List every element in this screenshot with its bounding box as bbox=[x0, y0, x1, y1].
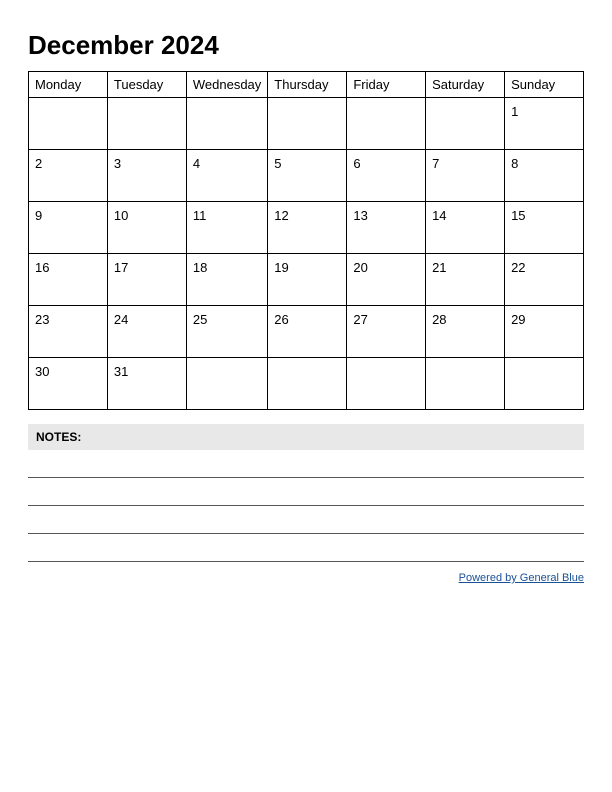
page-title: December 2024 bbox=[28, 30, 584, 61]
calendar-day-13: 13 bbox=[347, 202, 426, 254]
calendar-table: MondayTuesdayWednesdayThursdayFridaySatu… bbox=[28, 71, 584, 410]
calendar-day-3: 3 bbox=[107, 150, 186, 202]
calendar-week-6: 3031 bbox=[29, 358, 584, 410]
calendar-header-row: MondayTuesdayWednesdayThursdayFridaySatu… bbox=[29, 72, 584, 98]
calendar-day-16: 16 bbox=[29, 254, 108, 306]
calendar-week-1: 1 bbox=[29, 98, 584, 150]
calendar-day-empty-0-1 bbox=[107, 98, 186, 150]
calendar-day-20: 20 bbox=[347, 254, 426, 306]
notes-line-2 bbox=[28, 478, 584, 506]
calendar-day-empty-0-5 bbox=[426, 98, 505, 150]
calendar-day-8: 8 bbox=[505, 150, 584, 202]
calendar-day-31: 31 bbox=[107, 358, 186, 410]
calendar-day-1: 1 bbox=[505, 98, 584, 150]
calendar-day-28: 28 bbox=[426, 306, 505, 358]
calendar-day-empty-5-6 bbox=[505, 358, 584, 410]
calendar-header-monday: Monday bbox=[29, 72, 108, 98]
calendar-day-empty-0-3 bbox=[268, 98, 347, 150]
notes-label: NOTES: bbox=[28, 424, 584, 450]
calendar-week-3: 9101112131415 bbox=[29, 202, 584, 254]
calendar-day-empty-0-4 bbox=[347, 98, 426, 150]
calendar-header-wednesday: Wednesday bbox=[186, 72, 267, 98]
calendar-body: 1234567891011121314151617181920212223242… bbox=[29, 98, 584, 410]
calendar-header-saturday: Saturday bbox=[426, 72, 505, 98]
calendar-day-empty-0-0 bbox=[29, 98, 108, 150]
calendar-day-24: 24 bbox=[107, 306, 186, 358]
calendar-day-2: 2 bbox=[29, 150, 108, 202]
calendar-day-5: 5 bbox=[268, 150, 347, 202]
calendar-day-empty-5-4 bbox=[347, 358, 426, 410]
calendar-week-4: 16171819202122 bbox=[29, 254, 584, 306]
calendar-day-4: 4 bbox=[186, 150, 267, 202]
calendar-week-2: 2345678 bbox=[29, 150, 584, 202]
calendar-day-empty-5-2 bbox=[186, 358, 267, 410]
calendar-day-25: 25 bbox=[186, 306, 267, 358]
calendar-day-23: 23 bbox=[29, 306, 108, 358]
notes-section: NOTES: bbox=[28, 424, 584, 562]
calendar-header-tuesday: Tuesday bbox=[107, 72, 186, 98]
notes-line-3 bbox=[28, 506, 584, 534]
calendar-day-18: 18 bbox=[186, 254, 267, 306]
calendar-day-12: 12 bbox=[268, 202, 347, 254]
calendar-day-6: 6 bbox=[347, 150, 426, 202]
calendar-day-29: 29 bbox=[505, 306, 584, 358]
calendar-header-thursday: Thursday bbox=[268, 72, 347, 98]
calendar-day-10: 10 bbox=[107, 202, 186, 254]
notes-line-4 bbox=[28, 534, 584, 562]
powered-by-link[interactable]: Powered by General Blue bbox=[459, 572, 584, 584]
calendar-day-14: 14 bbox=[426, 202, 505, 254]
calendar-week-5: 23242526272829 bbox=[29, 306, 584, 358]
notes-line-1 bbox=[28, 450, 584, 478]
calendar-day-17: 17 bbox=[107, 254, 186, 306]
calendar-day-30: 30 bbox=[29, 358, 108, 410]
calendar-day-empty-0-2 bbox=[186, 98, 267, 150]
calendar-day-22: 22 bbox=[505, 254, 584, 306]
calendar-day-15: 15 bbox=[505, 202, 584, 254]
calendar-day-19: 19 bbox=[268, 254, 347, 306]
calendar-day-9: 9 bbox=[29, 202, 108, 254]
calendar-day-21: 21 bbox=[426, 254, 505, 306]
calendar-day-empty-5-5 bbox=[426, 358, 505, 410]
calendar-day-empty-5-3 bbox=[268, 358, 347, 410]
powered-by: Powered by General Blue bbox=[28, 572, 584, 584]
calendar-header-sunday: Sunday bbox=[505, 72, 584, 98]
calendar-day-7: 7 bbox=[426, 150, 505, 202]
calendar-header-friday: Friday bbox=[347, 72, 426, 98]
calendar-day-27: 27 bbox=[347, 306, 426, 358]
calendar-day-26: 26 bbox=[268, 306, 347, 358]
calendar-day-11: 11 bbox=[186, 202, 267, 254]
